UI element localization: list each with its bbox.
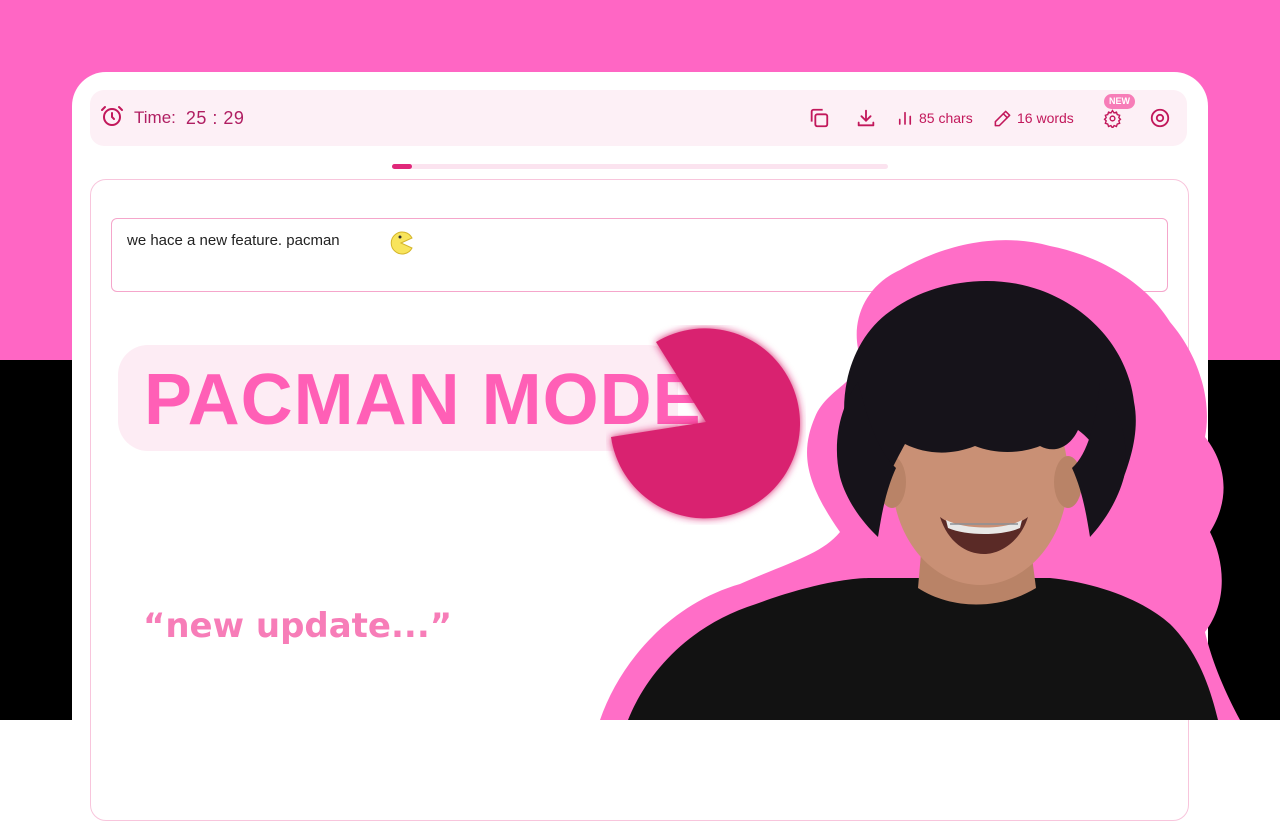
progress-bar [392,164,888,169]
chars-label: 85 chars [919,110,973,126]
timer-label: Time: [134,108,176,127]
words-label: 16 words [1017,110,1074,126]
person-photo [600,232,1280,725]
pacman-icon [388,230,414,261]
bar-chart-icon [896,109,914,127]
pacman-mode-banner: PACMAN MODE [118,345,701,451]
timer-value: 25 : 29 [185,107,245,128]
download-icon [855,107,877,129]
toolbar: Time: 25 : 29 85 chars 16 words NEW [90,90,1187,146]
copy-button[interactable] [808,106,830,130]
gear-icon [1103,108,1122,128]
new-badge: NEW [1104,94,1135,109]
pencil-icon [993,109,1012,128]
timer: Time: 25 : 29 [100,104,244,132]
chars-count: 85 chars [896,106,973,130]
alarm-clock-icon [100,104,124,133]
copy-icon [808,107,830,129]
target-icon [1149,107,1171,129]
words-count: 16 words [993,106,1074,130]
caption-text: “new update...” [143,606,453,646]
progress-fill [392,164,412,169]
input-text: we hace a new feature. pacman [127,232,340,249]
download-button[interactable] [855,106,877,130]
focus-button[interactable] [1149,106,1171,130]
settings-button[interactable] [1103,106,1122,130]
